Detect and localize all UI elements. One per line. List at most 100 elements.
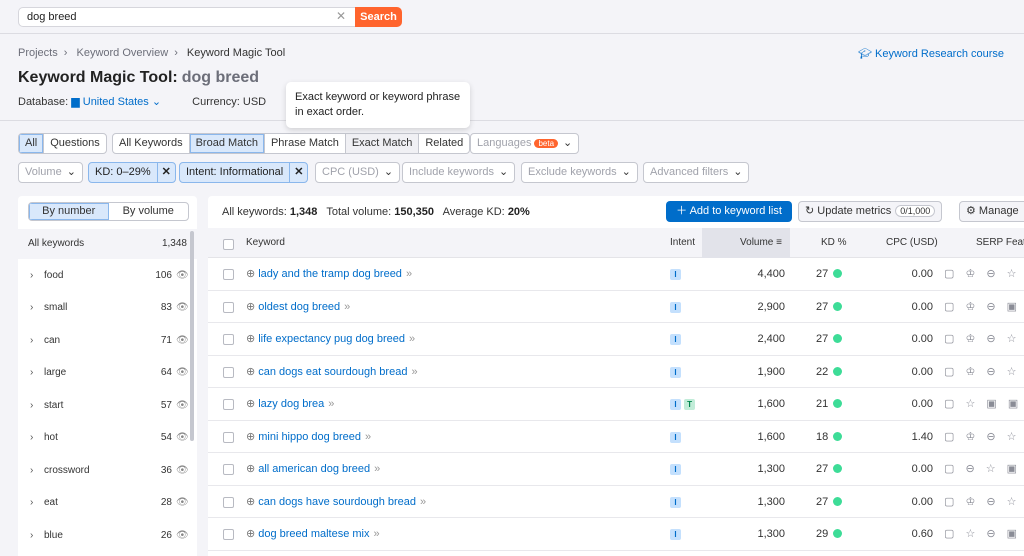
intent-filter[interactable]: Intent: Informational ✕ (179, 162, 309, 183)
kd-cell: 18 (816, 421, 843, 453)
chevron-right-icon[interactable]: › (30, 367, 44, 378)
col-serp-features[interactable]: SERP Features (976, 228, 1024, 258)
add-to-keyword-list-button[interactable]: ＋ Add to keyword list (666, 201, 792, 222)
eye-icon[interactable]: 👁︎ (176, 270, 190, 281)
keyword-link[interactable]: ⊕ lazy dog brea» (246, 388, 334, 420)
sidebar-all-keywords[interactable]: All keywords 1,348 (18, 229, 197, 259)
breadcrumb-keyword-overview[interactable]: Keyword Overview (76, 47, 168, 59)
group-count: 57 (160, 399, 172, 411)
tab-broad-match[interactable]: Broad Match (189, 134, 265, 153)
keyword-link[interactable]: ⊕ can dogs have sourdough bread» (246, 486, 426, 518)
double-chevron-icon: » (373, 528, 380, 540)
row-checkbox[interactable] (223, 366, 234, 378)
serp-features-icons[interactable]: ▢ ☆ ⊖ ▣ ▣ (944, 518, 1024, 550)
sidebar-group-item[interactable]: › blue 26 👁︎ (18, 519, 190, 551)
keyword-link[interactable]: ⊕ can dogs eat sourdough bread» (246, 356, 418, 388)
keyword-link[interactable]: ⊕ all american dog breed» (246, 453, 380, 485)
row-checkbox[interactable] (223, 431, 234, 443)
row-checkbox[interactable] (223, 464, 234, 475)
eye-icon[interactable]: 👁︎ (176, 432, 190, 443)
tab-exact-match[interactable]: Exact Match (345, 134, 420, 153)
tab-questions[interactable]: Questions (44, 134, 106, 153)
advanced-filters[interactable]: Advanced filters ⌄ (643, 162, 750, 183)
chevron-right-icon[interactable]: › (30, 465, 44, 476)
chevron-right-icon[interactable]: › (30, 400, 44, 411)
kd-filter[interactable]: KD: 0–29% ✕ (88, 162, 176, 183)
add-circle-icon: ⊕ (246, 495, 256, 508)
chevron-right-icon[interactable]: › (30, 497, 44, 508)
include-keywords-filter[interactable]: Include keywords ⌄ (402, 162, 516, 183)
select-all-checkbox[interactable] (223, 239, 234, 250)
keyword-link[interactable]: ⊕ lady and the tramp dog breed» (246, 258, 412, 290)
add-circle-icon: ⊕ (246, 268, 256, 280)
sidebar-group-item[interactable]: › hot 54 👁︎ (18, 422, 190, 454)
exclude-keywords-filter[interactable]: Exclude keywords ⌄ (521, 162, 638, 183)
close-icon[interactable]: ✕ (289, 163, 307, 182)
sidebar-group-item[interactable]: › can 71 👁︎ (18, 324, 190, 356)
eye-icon[interactable]: 👁︎ (176, 497, 190, 508)
keyword-link[interactable]: ⊕ mini hippo dog breed» (246, 421, 371, 453)
eye-icon[interactable]: 👁︎ (176, 335, 190, 346)
tab-all[interactable]: All (19, 134, 45, 153)
breadcrumb-projects[interactable]: Projects (18, 47, 58, 59)
sidebar-group-item[interactable]: › large 64 👁︎ (18, 357, 190, 389)
cpc-filter[interactable]: CPC (USD) ⌄ (315, 162, 401, 183)
close-icon[interactable]: ✕ (156, 163, 175, 182)
col-keyword[interactable]: Keyword (246, 228, 285, 258)
sidebar-scrollbar[interactable] (190, 231, 194, 441)
add-circle-icon: ⊕ (246, 528, 256, 540)
chevron-right-icon[interactable]: › (30, 302, 44, 313)
keyword-link[interactable]: ⊕ dog breed maltese mix» (246, 518, 380, 550)
serp-features-icons[interactable]: ▢ ⊖ ☆ ▣ ▣ (944, 453, 1024, 485)
tab-phrase-match[interactable]: Phrase Match (265, 134, 346, 153)
serp-features-icons[interactable]: ▢ ♔ ⊖ ☆ ◐ (944, 486, 1024, 518)
serp-features-icons[interactable]: ▢ ♔ ⊖ ☆ ◐ (944, 356, 1024, 388)
serp-features-icons[interactable]: ▢ ♔ ⊖ ▣ ◐ (944, 291, 1024, 323)
sidebar-group-item[interactable]: › eat 28 👁︎ (18, 487, 190, 519)
add-circle-icon: ⊕ (246, 300, 256, 313)
chevron-right-icon[interactable]: › (30, 335, 44, 346)
course-link[interactable]: 🎓︎ Keyword Research course (858, 47, 1004, 60)
search-input[interactable]: dog breed (18, 7, 356, 27)
row-checkbox[interactable] (223, 269, 234, 280)
database-select[interactable]: ▆ United States ⌄ (71, 96, 161, 108)
eye-icon[interactable]: 👁︎ (176, 530, 190, 541)
manage-columns-button[interactable]: ⚙ Manage (959, 201, 1024, 222)
sidebar-group-item[interactable]: › small 83 👁︎ (18, 292, 190, 324)
row-checkbox[interactable] (223, 529, 234, 540)
serp-features-icons[interactable]: ▢ ♔ ⊖ ☆ ▣ (944, 421, 1024, 453)
chevron-right-icon[interactable]: › (30, 530, 44, 541)
keyword-link[interactable]: ⊕ life expectancy pug dog breed» (246, 323, 415, 355)
tab-related[interactable]: Related (419, 134, 469, 153)
tab-by-number[interactable]: By number (29, 203, 109, 220)
col-kd[interactable]: KD % (821, 228, 847, 258)
sidebar-group-item[interactable]: › crossword 36 👁︎ (18, 454, 190, 486)
chevron-right-icon[interactable]: › (30, 270, 44, 281)
group-label: blue (44, 529, 63, 541)
tab-all-keywords[interactable]: All Keywords (113, 134, 190, 153)
group-count: 26 (160, 529, 172, 541)
languages-dropdown[interactable]: Languages beta ⌄ (470, 133, 580, 154)
eye-icon[interactable]: 👁︎ (176, 465, 190, 476)
keyword-link[interactable]: ⊕ oldest dog breed» (246, 291, 350, 323)
serp-features-icons[interactable]: ▢ ♔ ⊖ ☆ ▣ (944, 258, 1024, 290)
col-cpc[interactable]: CPC (USD) (886, 228, 938, 258)
eye-icon[interactable]: 👁︎ (176, 367, 190, 378)
sidebar-group-item[interactable]: › food 106 👁︎ (18, 259, 190, 291)
search-button[interactable]: Search (355, 7, 402, 27)
serp-features-icons[interactable]: ▢ ♔ ⊖ ☆ ◐ (944, 323, 1024, 355)
volume-filter[interactable]: Volume ⌄ (18, 162, 83, 183)
row-checkbox[interactable] (223, 334, 234, 345)
close-icon[interactable]: ✕ (336, 9, 346, 23)
row-checkbox[interactable] (223, 399, 234, 410)
serp-features-icons[interactable]: ▢ ☆ ▣ ▣ ▣ (944, 388, 1024, 420)
sidebar-group-item[interactable]: › start 57 👁︎ (18, 389, 190, 421)
row-checkbox[interactable] (223, 301, 234, 313)
row-checkbox[interactable] (223, 496, 234, 508)
chevron-right-icon[interactable]: › (30, 432, 44, 443)
eye-icon[interactable]: 👁︎ (176, 302, 190, 313)
update-metrics-button[interactable]: ↻ Update metrics 0/1,000 (798, 201, 943, 222)
tab-by-volume[interactable]: By volume (109, 203, 189, 220)
col-volume[interactable]: Volume ≡ (702, 228, 790, 258)
eye-icon[interactable]: 👁︎ (176, 400, 190, 411)
